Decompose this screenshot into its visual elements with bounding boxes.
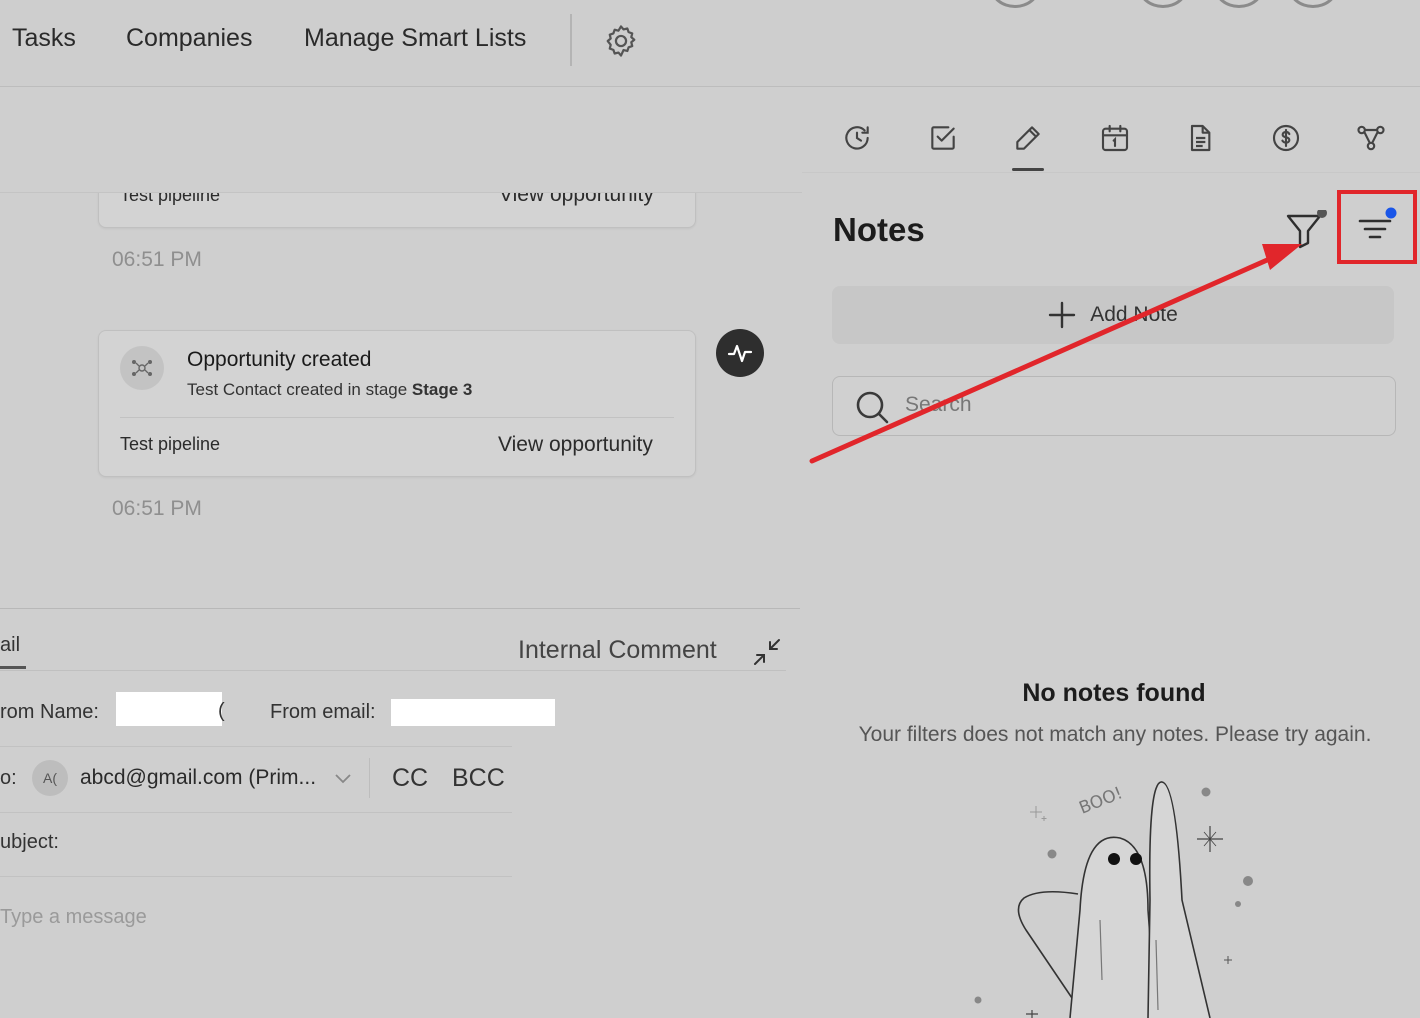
ghost-illustration: BOO! — [960, 770, 1260, 1018]
timestamp: 06:51 PM — [112, 497, 202, 520]
calendar-icon[interactable] — [1095, 118, 1135, 158]
mail-icon — [617, 122, 647, 144]
empty-state-subtitle: Your filters does not match any notes. P… — [858, 723, 1372, 746]
search-placeholder: Search — [905, 393, 972, 416]
add-note-label: Add Note — [1090, 303, 1178, 326]
tab-email-underline — [0, 666, 26, 669]
active-tab-indicator — [1012, 168, 1044, 171]
to-bottom-line — [0, 812, 512, 813]
from-name-label: rom Name: — [0, 701, 99, 723]
cc-button[interactable]: CC — [392, 764, 428, 793]
nav-manage-smart-lists[interactable]: Manage Smart Lists — [304, 24, 526, 53]
message-input[interactable]: Type a message — [0, 906, 147, 929]
activity-icon — [716, 329, 764, 377]
to-divider — [369, 758, 370, 798]
highlight-box — [1337, 190, 1417, 264]
to-label: o: — [0, 767, 17, 789]
composer-tab-line — [0, 670, 786, 671]
add-note-button[interactable]: Add Note — [832, 286, 1394, 344]
nav-companies[interactable]: Companies — [126, 24, 252, 53]
collapse-icon[interactable] — [752, 637, 782, 667]
chevron-down-icon[interactable] — [334, 771, 352, 785]
card-stage: Stage 3 — [411, 380, 473, 399]
subject-label: ubject: — [0, 831, 59, 853]
card-subtitle-text: Test Contact created in stage — [187, 380, 412, 399]
tab-internal-comment[interactable]: Internal Comment — [518, 636, 717, 665]
filter-icon[interactable] — [1285, 210, 1329, 250]
document-icon[interactable] — [1180, 118, 1220, 158]
bcc-button[interactable]: BCC — [452, 764, 505, 793]
tab-email[interactable]: ail — [0, 634, 20, 657]
workflow-icon[interactable] — [1351, 118, 1391, 158]
pen-icon[interactable] — [1008, 118, 1048, 158]
from-email-label: From email: — [270, 701, 376, 723]
card-pipeline: Test pipeline — [120, 434, 221, 454]
nav-divider — [570, 14, 572, 66]
sort-icon — [705, 124, 733, 142]
card-title: Opportunity created — [187, 348, 372, 371]
dollar-icon[interactable] — [1266, 118, 1306, 158]
card-subtitle: Test Contact created in stage Stage 3 — [187, 380, 472, 400]
activity-card-partial: Test pipeline View opportunity — [98, 168, 696, 228]
owner-select[interactable]: Unassigned — [2, 134, 113, 158]
subject-divider — [0, 876, 512, 877]
opportunity-icon — [120, 346, 164, 390]
gear-icon[interactable] — [602, 22, 640, 60]
from-name-field[interactable] — [116, 692, 222, 726]
email-button[interactable] — [597, 106, 667, 160]
history-icon[interactable] — [837, 118, 877, 158]
composer-divider — [0, 608, 800, 609]
avatar: A( — [32, 760, 68, 796]
from-email-field[interactable] — [391, 699, 555, 726]
task-icon[interactable] — [923, 118, 963, 158]
from-divider — [0, 746, 512, 747]
page-title: Notes — [833, 211, 925, 248]
panel-tabs-divider — [802, 172, 1420, 173]
followers-label: Followers — [308, 87, 415, 115]
view-opportunity-link[interactable]: View opportunity — [499, 183, 654, 207]
to-recipient[interactable]: abcd@gmail.com (Prim... — [80, 766, 316, 790]
card-pipeline: Test pipeline — [120, 185, 221, 205]
card-divider — [120, 417, 674, 418]
from-name-overflow: ( — [218, 700, 225, 722]
chevron-down-icon[interactable] — [131, 134, 157, 156]
owner-label: Owner (Assign To) — [2, 87, 208, 115]
sort-button[interactable] — [681, 106, 757, 160]
nav-tasks[interactable]: Tasks — [12, 24, 76, 53]
search-input[interactable]: Search — [832, 376, 1396, 436]
plus-icon — [1049, 301, 1076, 329]
view-opportunity-link[interactable]: View opportunity — [498, 433, 653, 457]
ghost-text: BOO! — [1076, 783, 1125, 818]
search-icon — [855, 390, 889, 424]
header-bottom-border — [0, 192, 802, 193]
timestamp: 06:51 PM — [112, 248, 202, 271]
empty-state-title: No notes found — [1022, 679, 1206, 707]
